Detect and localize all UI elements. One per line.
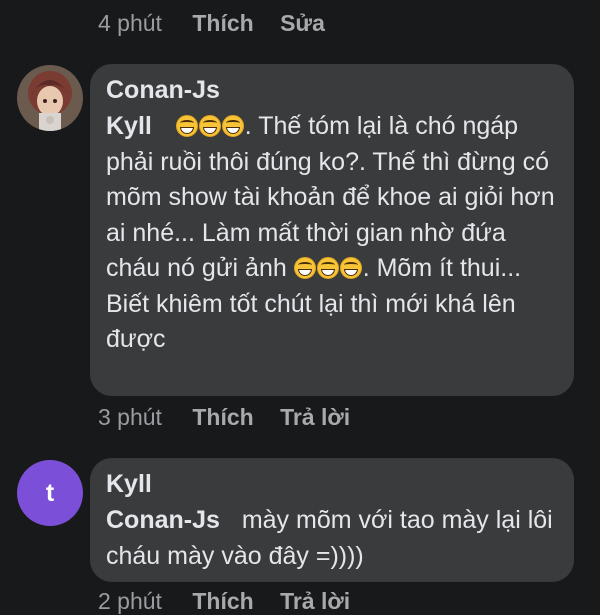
comment-bubble: Conan-Js Kyll . Thế tóm lại là chó ngáp …: [90, 64, 574, 396]
mention-link[interactable]: Kyll: [106, 112, 152, 140]
like-button[interactable]: Thích: [192, 588, 253, 615]
profile-photo-icon: [17, 65, 83, 131]
comment-author[interactable]: Kyll: [106, 468, 558, 500]
grinning-face-icon: [198, 115, 221, 137]
comment-bubble: Kyll Conan-Js mày mõm với tao mày lại lô…: [90, 458, 574, 582]
edit-button[interactable]: Sửa: [280, 10, 325, 37]
like-button[interactable]: Thích: [192, 404, 253, 431]
comment-meta-row: 4 phút Thích Sửa: [98, 10, 345, 37]
grinning-face-icon: [175, 115, 198, 137]
comment-text: Conan-Js mày mõm với tao mày lại lôi chá…: [106, 503, 558, 574]
comment-meta-row: 2 phút Thích Trả lời: [98, 588, 370, 615]
avatar[interactable]: t: [17, 460, 83, 526]
comment-time: 2 phút: [98, 588, 162, 614]
avatar-letter: t: [45, 478, 55, 507]
comment-time: 3 phút: [98, 404, 162, 430]
grinning-face-icon: [293, 257, 316, 279]
grinning-face-icon: [221, 115, 244, 137]
reply-button[interactable]: Trả lời: [280, 588, 350, 615]
mention-link[interactable]: Conan-Js: [106, 506, 220, 534]
reply-button[interactable]: Trả lời: [280, 404, 350, 431]
like-button[interactable]: Thích: [192, 10, 253, 37]
comment-author[interactable]: Conan-Js: [106, 74, 558, 106]
grinning-face-icon: [316, 257, 339, 279]
grinning-face-icon: [339, 257, 362, 279]
comment-meta-row: 3 phút Thích Trả lời: [98, 404, 370, 431]
comment-time: 4 phút: [98, 10, 162, 36]
comment-text: Kyll . Thế tóm lại là chó ngáp phải ruồi…: [106, 109, 558, 358]
avatar[interactable]: [17, 65, 83, 131]
